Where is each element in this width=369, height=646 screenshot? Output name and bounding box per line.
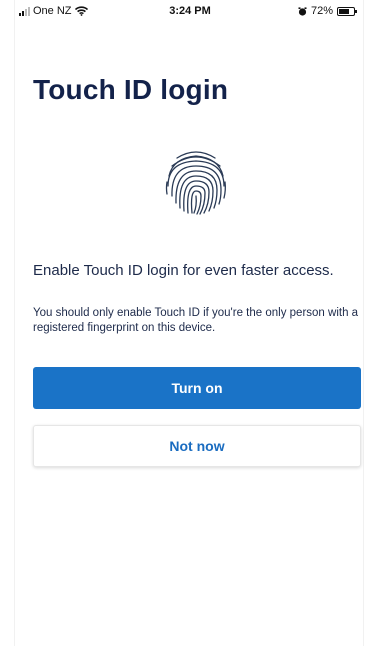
turn-on-button[interactable]: Turn on — [33, 367, 361, 409]
page-title: Touch ID login — [33, 74, 229, 105]
status-right: 72% — [298, 5, 357, 17]
alarm-icon — [298, 6, 307, 16]
turn-on-label: Turn on — [171, 380, 223, 396]
not-now-button[interactable]: Not now — [33, 425, 361, 467]
battery-icon — [337, 6, 357, 16]
not-now-label: Not now — [169, 438, 225, 454]
fingerprint-icon — [165, 151, 226, 215]
app-screen: One NZ 3:24 PM 72% Touch ID login Enable… — [14, 0, 364, 646]
note-text: You should only enable Touch ID if you'r… — [33, 307, 359, 334]
lead-text: Enable Touch ID login for even faster ac… — [33, 262, 334, 279]
battery-percent: 72% — [310, 5, 333, 17]
battery-level — [339, 8, 349, 14]
status-bar: One NZ 3:24 PM 72% — [15, 0, 365, 24]
